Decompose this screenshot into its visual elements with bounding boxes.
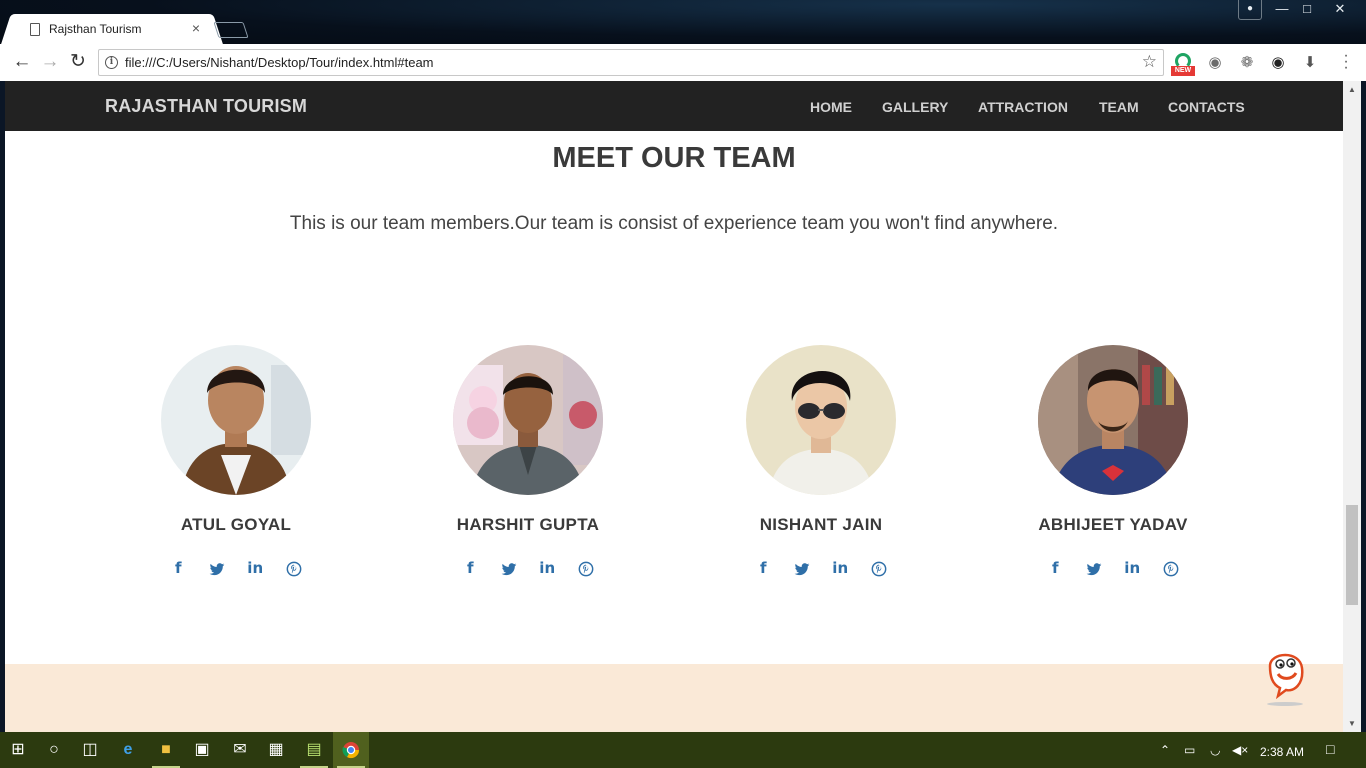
- scroll-up-arrow-icon[interactable]: ▲: [1343, 81, 1361, 98]
- twitter-icon[interactable]: [492, 559, 526, 577]
- new-tab-button[interactable]: [213, 22, 249, 38]
- linkedin-icon[interactable]: in: [238, 559, 272, 577]
- nav-team[interactable]: TEAM: [1099, 99, 1139, 115]
- member-socials: f in: [408, 559, 648, 578]
- edge-browser-icon[interactable]: e: [110, 732, 146, 768]
- facebook-icon[interactable]: f: [1038, 559, 1072, 577]
- window-border-right: [1361, 81, 1366, 732]
- nav-home[interactable]: HOME: [810, 99, 852, 115]
- member-socials: f in: [993, 559, 1233, 578]
- extension-eye-icon[interactable]: ◉: [1268, 53, 1288, 73]
- site-brand[interactable]: RAJASTHAN TOURISM: [105, 96, 307, 117]
- linkedin-icon[interactable]: in: [1115, 559, 1149, 577]
- member-name: ABHIJEET YADAV: [1038, 515, 1188, 534]
- minimize-button[interactable]: —: [1268, 0, 1296, 20]
- member-photo: [161, 345, 311, 495]
- close-window-button[interactable]: ✕: [1323, 0, 1357, 20]
- browser-tab[interactable]: Rajsthan Tourism ×: [14, 14, 210, 44]
- reload-icon[interactable]: ↻: [66, 51, 90, 75]
- page-scrollbar[interactable]: ▲ ▼: [1343, 81, 1361, 732]
- file-explorer-icon[interactable]: ■: [148, 732, 184, 768]
- member-name: HARSHIT GUPTA: [456, 515, 600, 534]
- chrome-taskbar-icon[interactable]: [333, 732, 369, 768]
- scrollbar-thumb[interactable]: [1346, 505, 1358, 605]
- pinterest-icon[interactable]: [862, 559, 896, 577]
- volume-muted-icon[interactable]: ◀×: [1232, 743, 1248, 757]
- forward-arrow-icon[interactable]: →: [38, 51, 62, 75]
- nav-contacts[interactable]: CONTACTS: [1168, 99, 1245, 115]
- member-photo: [746, 345, 896, 495]
- wifi-icon[interactable]: ◡: [1210, 743, 1220, 757]
- twitter-icon[interactable]: [785, 559, 819, 577]
- member-name: NISHANT JAIN: [759, 515, 883, 534]
- team-heading: MEET OUR TEAM: [552, 142, 796, 174]
- info-icon[interactable]: i: [105, 56, 118, 69]
- windows-taskbar: ⊞ ○ ◫ e ■ ▣ ✉ ▦ ▤ ⌃ ▭ ◡ ◀× 2:38 AM □: [0, 732, 1366, 768]
- nav-attraction[interactable]: ATTRACTION: [978, 99, 1068, 115]
- url-text[interactable]: file:///C:/Users/Nishant/Desktop/Tour/in…: [125, 55, 434, 70]
- tab-title: Rajsthan Tourism: [49, 22, 142, 36]
- extension-download-icon[interactable]: ⬇: [1300, 53, 1320, 73]
- browser-toolbar: ← → ↻ i file:///C:/Users/Nishant/Desktop…: [0, 44, 1366, 81]
- pinterest-icon[interactable]: [277, 559, 311, 577]
- linkedin-icon[interactable]: in: [530, 559, 564, 577]
- bookmark-star-icon[interactable]: ☆: [1142, 52, 1157, 72]
- nav-gallery[interactable]: GALLERY: [882, 99, 948, 115]
- battery-icon[interactable]: ▭: [1184, 743, 1195, 757]
- team-subtitle: This is our team members.Our team is con…: [289, 213, 1059, 234]
- next-section: [5, 664, 1343, 732]
- scroll-down-arrow-icon[interactable]: ▼: [1343, 715, 1361, 732]
- tray-chevron-icon[interactable]: ⌃: [1160, 743, 1170, 757]
- new-badge: NEW: [1171, 66, 1195, 76]
- back-arrow-icon[interactable]: ←: [10, 51, 34, 75]
- page-icon: [30, 23, 40, 36]
- browser-titlebar: Rajsthan Tourism × ● — □ ✕: [0, 0, 1366, 44]
- profile-icon[interactable]: ●: [1238, 0, 1262, 20]
- member-socials: f in: [701, 559, 941, 578]
- site-navbar: RAJASTHAN TOURISM HOME GALLERY ATTRACTIO…: [5, 81, 1343, 131]
- twitter-icon[interactable]: [1077, 559, 1111, 577]
- media-icon[interactable]: ▦: [258, 732, 294, 768]
- member-name: ATUL GOYAL: [180, 515, 292, 534]
- maximize-button[interactable]: □: [1293, 0, 1321, 20]
- address-bar[interactable]: i file:///C:/Users/Nishant/Desktop/Tour/…: [98, 49, 1164, 76]
- notepad-icon[interactable]: ▤: [296, 732, 332, 768]
- task-view-icon[interactable]: ◫: [72, 732, 108, 768]
- cortana-search-icon[interactable]: ○: [36, 732, 72, 768]
- chat-widget-icon[interactable]: [1260, 646, 1310, 706]
- windows-start-icon[interactable]: ⊞: [0, 732, 36, 768]
- extension-palette-icon[interactable]: ❁: [1237, 53, 1257, 73]
- action-center-icon[interactable]: □: [1326, 741, 1334, 757]
- page-viewport: RAJASTHAN TOURISM HOME GALLERY ATTRACTIO…: [5, 81, 1343, 732]
- pinterest-icon[interactable]: [569, 559, 603, 577]
- facebook-icon[interactable]: f: [453, 559, 487, 577]
- member-photo: [453, 345, 603, 495]
- facebook-icon[interactable]: f: [161, 559, 195, 577]
- menu-dots-icon[interactable]: · · ·: [1340, 48, 1352, 76]
- mail-icon[interactable]: ✉: [222, 732, 258, 768]
- linkedin-icon[interactable]: in: [823, 559, 857, 577]
- twitter-icon[interactable]: [200, 559, 234, 577]
- member-photo: [1038, 345, 1188, 495]
- tab-close-icon[interactable]: ×: [188, 20, 204, 36]
- taskbar-clock[interactable]: 2:38 AM: [1260, 745, 1304, 759]
- pinterest-icon[interactable]: [1154, 559, 1188, 577]
- facebook-icon[interactable]: f: [746, 559, 780, 577]
- member-socials: f in: [116, 559, 356, 578]
- store-icon[interactable]: ▣: [184, 732, 220, 768]
- extension-bulb-icon[interactable]: ◉: [1205, 53, 1225, 73]
